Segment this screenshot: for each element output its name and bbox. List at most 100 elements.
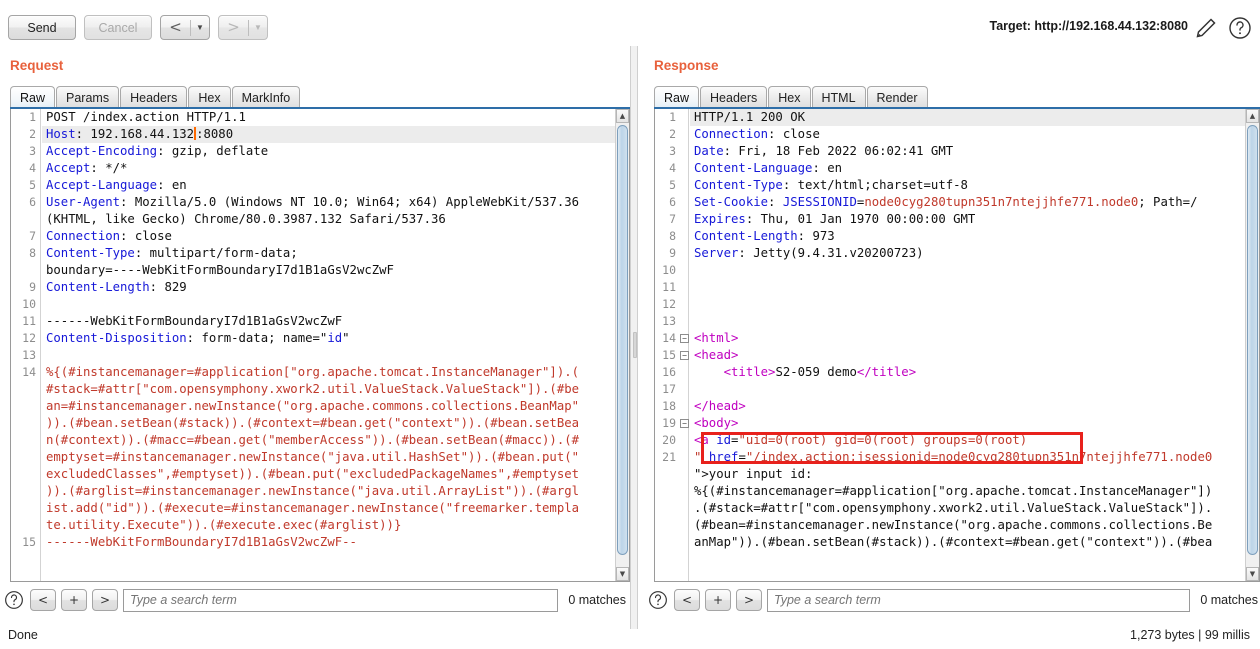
tab-response-render[interactable]: Render (866, 86, 928, 108)
code-segment: <a (694, 433, 717, 447)
tab-response-hex[interactable]: Hex (768, 86, 811, 108)
response-vertical-scrollbar[interactable]: ▲ ▼ (1245, 109, 1259, 581)
code-line: )).(#arglist=#instancemanager.newInstanc… (42, 483, 615, 500)
line-number: 16 (662, 365, 676, 379)
code-line: POST /index.action HTTP/1.1 (42, 109, 615, 126)
request-code-area[interactable]: POST /index.action HTTP/1.1 Host: 192.168… (42, 109, 615, 581)
chevron-down-icon[interactable]: ▼ (191, 23, 209, 32)
line-number (655, 483, 688, 500)
scroll-down-icon[interactable]: ▼ (1246, 567, 1259, 581)
code-segment: id (327, 331, 343, 345)
pencil-icon[interactable] (1194, 16, 1218, 40)
request-vertical-scrollbar[interactable]: ▲ ▼ (615, 109, 629, 581)
code-segment: : en (157, 178, 187, 192)
tab-response-html[interactable]: HTML (811, 86, 866, 108)
code-line: <head> (690, 347, 1245, 364)
tab-request-markinfo[interactable]: MarkInfo (231, 86, 301, 108)
tab-request-params[interactable]: Params (56, 86, 120, 108)
tab-request-headers[interactable]: Headers (120, 86, 188, 108)
code-segment: "uid=0(root) gid=0(root) groups=0(root) (738, 433, 1028, 447)
search-next-button[interactable]: > (92, 589, 118, 611)
code-line: te.utility.Execute")).(#execute.exec(#ar… (42, 517, 615, 534)
fold-toggle-icon[interactable]: − (680, 351, 689, 360)
code-segment: </head> (694, 399, 746, 413)
tab-response-raw[interactable]: Raw (654, 86, 700, 108)
code-segment: S2-059 demo (775, 365, 857, 379)
code-line: (KHTML, like Gecko) Chrome/80.0.3987.132… (42, 211, 615, 228)
cancel-button[interactable]: Cancel (84, 15, 152, 40)
code-line: Content-Disposition: form-data; name="id… (42, 330, 615, 347)
search-next-button[interactable]: > (736, 589, 762, 611)
code-segment: ------WebKitFormBoundaryI7d1B1aGsV2wcZwF… (46, 535, 357, 549)
line-number (11, 432, 40, 449)
line-number: 21 (662, 450, 676, 464)
top-toolbar: Send Cancel < ▼ > ▼ Target: http://192.1… (0, 0, 1260, 46)
code-segment: ">your input id: (694, 467, 813, 481)
code-segment: :8080 (196, 127, 234, 141)
code-segment: : gzip, deflate (157, 144, 269, 158)
code-line: anMap")).(#bean.setBean(#stack)).(#conte… (690, 534, 1245, 551)
response-code-area[interactable]: HTTP/1.1 200 OK Connection: close Date: Fr… (690, 109, 1245, 581)
scroll-up-icon[interactable]: ▲ (1246, 109, 1259, 123)
code-line: emptyset=#instancemanager.newInstance("j… (42, 449, 615, 466)
search-prev-button[interactable]: < (674, 589, 700, 611)
code-line: ------WebKitFormBoundaryI7d1B1aGsV2wcZwF… (42, 534, 615, 551)
scroll-thumb[interactable] (1247, 125, 1258, 555)
search-prev-button[interactable]: < (30, 589, 56, 611)
tab-request-raw[interactable]: Raw (10, 86, 56, 108)
code-line: excludedClasses",#emptyset)).(#bean.put(… (42, 466, 615, 483)
send-button[interactable]: Send (8, 15, 76, 40)
fold-toggle-icon[interactable]: − (680, 334, 689, 343)
request-search-input[interactable] (123, 588, 559, 612)
scroll-up-icon[interactable]: ▲ (616, 109, 629, 123)
code-segment: ------WebKitFormBoundaryI7d1B1aGsV2wcZwF (46, 314, 343, 328)
search-add-button[interactable]: + (61, 589, 87, 611)
tab-label: Hex (778, 90, 801, 105)
fold-toggle-icon[interactable]: − (680, 419, 689, 428)
code-segment: : form-data; name=" (186, 331, 328, 345)
code-segment: User-Agent (46, 195, 121, 209)
tab-response-headers[interactable]: Headers (700, 86, 768, 108)
code-segment: : multipart/form-data; (134, 246, 298, 260)
line-number: 9 (29, 280, 36, 294)
request-pane: Request Raw Params Headers Hex MarkInfo 1234… (0, 46, 630, 629)
response-line-gutter: 1 2 3 4 5 6 7 8 9 10 11 12 13 14−15−16 17 18 19−20 21 (655, 109, 689, 581)
code-segment: emptyset=#instancemanager.newInstance("j… (46, 450, 580, 464)
target-label: Target: http://192.168.44.132:8080 (989, 19, 1188, 33)
line-number: 14 (22, 365, 36, 379)
help-circle-icon[interactable] (1228, 16, 1252, 40)
line-number: 8 (669, 229, 676, 243)
code-line: Content-Length: 829 (42, 279, 615, 296)
code-line: boundary=----WebKitFormBoundaryI7d1B1aGs… (42, 262, 615, 279)
help-circle-icon[interactable] (4, 590, 24, 610)
code-segment: Accept-Encoding (46, 144, 158, 158)
back-button[interactable]: < ▼ (160, 15, 210, 40)
help-circle-icon[interactable] (648, 590, 668, 610)
tab-label: HTML (821, 90, 856, 105)
line-number (655, 534, 688, 551)
search-add-button[interactable]: + (705, 589, 731, 611)
code-line: ist.add("id")).(#execute=#instancemanage… (42, 500, 615, 517)
tab-request-hex[interactable]: Hex (188, 86, 231, 108)
line-number: 12 (22, 331, 36, 345)
code-segment: id (716, 433, 732, 447)
scroll-thumb[interactable] (617, 125, 628, 555)
response-search-input[interactable] (767, 588, 1191, 612)
forward-button[interactable]: > ▼ (218, 15, 268, 40)
line-number (11, 262, 40, 279)
line-number: 2 (669, 127, 676, 141)
code-line: Accept-Encoding: gzip, deflate (42, 143, 615, 160)
scroll-down-icon[interactable]: ▼ (616, 567, 629, 581)
chevron-down-icon[interactable]: ▼ (249, 23, 267, 32)
splitter-grip-icon[interactable] (633, 332, 637, 358)
code-line: <body> (690, 415, 1245, 432)
code-line: Content-Type: multipart/form-data; (42, 245, 615, 262)
pane-splitter[interactable] (630, 46, 638, 629)
code-line: Accept: */* (42, 160, 615, 177)
request-editor[interactable]: 1 2 3 4 5 6 7 8 9 10 11 12 13 14 15 POST /index.action… (10, 109, 630, 582)
code-line: Content-Language: en (690, 160, 1245, 177)
code-segment: : Mozilla/5.0 (Windows NT 10.0; Win64; x… (120, 195, 580, 209)
response-editor[interactable]: 1 2 3 4 5 6 7 8 9 10 11 12 13 14−15−16 17 18 19−20 21 HTT… (654, 109, 1260, 582)
